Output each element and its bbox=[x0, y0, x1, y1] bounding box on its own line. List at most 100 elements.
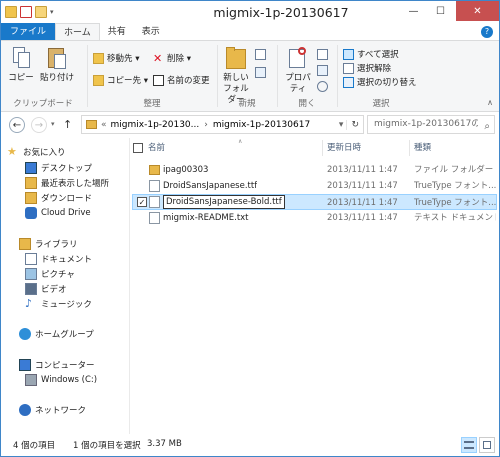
nav-desktop[interactable]: デスクトップ bbox=[25, 160, 92, 175]
edit-button[interactable] bbox=[317, 63, 328, 77]
select-all-icon bbox=[343, 48, 354, 60]
breadcrumb-parent[interactable]: migmix-1p-20130... bbox=[111, 120, 200, 130]
pictures-icon bbox=[25, 267, 37, 280]
nav-videos[interactable]: ビデオ bbox=[25, 281, 67, 296]
file-date: 2013/11/11 1:47 bbox=[327, 165, 398, 175]
new-folder-icon[interactable] bbox=[35, 6, 47, 18]
nav-recent[interactable]: 最近表示した場所 bbox=[25, 175, 109, 190]
nav-documents[interactable]: ドキュメント bbox=[25, 251, 92, 266]
column-header-type[interactable]: 種類 bbox=[414, 140, 431, 156]
file-row-selected[interactable]: ✓ DroidSansJapanese-Bold.ttf 2013/11/11 … bbox=[132, 194, 497, 210]
file-row[interactable]: ipag00303 2013/11/11 1:47 ファイル フォルダー bbox=[132, 162, 497, 178]
properties-button[interactable]: プロパティ bbox=[281, 45, 315, 95]
collapse-ribbon-icon[interactable]: ∧ bbox=[487, 98, 493, 107]
rename-input[interactable]: DroidSansJapanese-Bold.ttf bbox=[163, 195, 285, 209]
recent-locations-icon[interactable]: ▾ bbox=[51, 120, 55, 128]
nav-homegroup[interactable]: ホームグループ bbox=[19, 326, 94, 341]
new-item-icon bbox=[255, 48, 266, 60]
up-button[interactable]: ↑ bbox=[63, 118, 72, 131]
search-icon: ⌕ bbox=[484, 121, 490, 132]
nav-label: ホームグループ bbox=[35, 329, 94, 340]
refresh-icon[interactable]: ↻ bbox=[346, 119, 363, 130]
file-list: 名前 ∧ 更新日時 種類 ipag00303 2013/11/11 1:47 フ… bbox=[130, 138, 499, 434]
tab-view[interactable]: 表示 bbox=[134, 23, 168, 41]
nav-libraries[interactable]: ライブラリ bbox=[19, 236, 78, 251]
invert-selection-button[interactable]: 選択の切り替え bbox=[343, 75, 417, 89]
nav-favorites[interactable]: ★ お気に入り bbox=[7, 144, 66, 159]
divider bbox=[217, 45, 218, 107]
minimize-button[interactable]: — bbox=[401, 1, 426, 21]
tab-share[interactable]: 共有 bbox=[100, 23, 134, 41]
copy-button[interactable]: コピー bbox=[5, 45, 37, 84]
forward-button[interactable]: → bbox=[31, 117, 47, 133]
file-date: 2013/11/11 1:47 bbox=[327, 213, 398, 223]
nav-label: 最近表示した場所 bbox=[41, 178, 110, 189]
downloads-icon bbox=[25, 191, 37, 204]
delete-button[interactable]: ✕ 削除 ▾ bbox=[153, 51, 191, 65]
nav-network[interactable]: ネットワーク bbox=[19, 402, 86, 417]
nav-downloads[interactable]: ダウンロード bbox=[25, 190, 92, 205]
close-button[interactable]: ✕ bbox=[456, 1, 499, 21]
font-file-icon bbox=[149, 180, 160, 192]
row-checkbox[interactable]: ✓ bbox=[137, 197, 147, 207]
breadcrumb-current[interactable]: migmix-1p-20130617 bbox=[213, 120, 310, 130]
file-row[interactable]: migmix-README.txt 2013/11/11 1:47 テキスト ド… bbox=[132, 210, 497, 226]
nav-pictures[interactable]: ピクチャ bbox=[25, 266, 75, 281]
overflow-chevron-icon[interactable]: « bbox=[101, 120, 107, 130]
tab-file[interactable]: ファイル bbox=[1, 23, 56, 41]
column-divider[interactable] bbox=[409, 140, 410, 156]
nav-label: Cloud Drive bbox=[41, 207, 91, 218]
computer-icon bbox=[19, 358, 31, 371]
column-header-date[interactable]: 更新日時 bbox=[327, 140, 361, 156]
file-type: TrueType フォント... bbox=[414, 198, 496, 208]
edit-icon bbox=[317, 64, 328, 76]
open-button[interactable] bbox=[317, 47, 328, 61]
folder-icon bbox=[149, 165, 160, 175]
group-label: 新規 bbox=[238, 99, 256, 109]
large-icons-view-button[interactable] bbox=[479, 437, 495, 453]
file-name: migmix-README.txt bbox=[163, 213, 249, 223]
nav-label: ドキュメント bbox=[41, 254, 93, 265]
file-row[interactable]: DroidSansJapanese.ttf 2013/11/11 1:47 Tr… bbox=[132, 178, 497, 194]
new-folder-icon bbox=[224, 45, 248, 71]
easy-access-button[interactable] bbox=[255, 65, 266, 79]
file-date: 2013/11/11 1:47 bbox=[327, 198, 398, 208]
title-bar: ▾ migmix-1p-20130617 — ☐ ✕ bbox=[1, 1, 499, 23]
selected-size: 3.37 MB bbox=[147, 439, 182, 449]
select-all-checkbox[interactable] bbox=[133, 143, 143, 153]
paste-button[interactable]: 貼り付け bbox=[39, 45, 75, 84]
breadcrumb-separator-icon[interactable]: › bbox=[204, 120, 208, 130]
nav-music[interactable]: ♪ ミュージック bbox=[25, 296, 92, 311]
nav-windows-c[interactable]: Windows (C:) bbox=[25, 372, 97, 387]
rename-button[interactable]: 名前の変更 bbox=[153, 73, 210, 87]
column-divider[interactable] bbox=[322, 140, 323, 156]
nav-computer[interactable]: コンピューター bbox=[19, 357, 95, 372]
nav-cloud-drive[interactable]: Cloud Drive bbox=[25, 205, 91, 220]
select-none-button[interactable]: 選択解除 bbox=[343, 61, 391, 75]
tab-home[interactable]: ホーム bbox=[55, 23, 100, 41]
history-button[interactable] bbox=[317, 79, 328, 93]
select-all-button[interactable]: すべて選択 bbox=[343, 47, 399, 61]
status-bar: 4 個の項目 1 個の項目を選択 3.37 MB bbox=[1, 434, 499, 456]
new-item-button[interactable] bbox=[255, 47, 266, 61]
move-to-label: 移動先 ▾ bbox=[107, 54, 140, 64]
address-bar[interactable]: « migmix-1p-20130... › migmix-1p-2013061… bbox=[81, 115, 364, 134]
select-none-icon bbox=[343, 62, 354, 74]
properties-icon[interactable] bbox=[20, 6, 32, 18]
details-view-button[interactable] bbox=[461, 437, 477, 453]
address-bar-row: ← → ▾ ↑ « migmix-1p-20130... › migmix-1p… bbox=[1, 112, 499, 137]
star-icon: ★ bbox=[7, 144, 17, 158]
column-header-name[interactable]: 名前 bbox=[148, 140, 165, 156]
search-input[interactable]: migmix-1p-20130617の検索 ⌕ bbox=[367, 115, 495, 134]
details-view-icon bbox=[464, 441, 474, 449]
back-button[interactable]: ← bbox=[9, 117, 25, 133]
copy-to-button[interactable]: コピー先 ▾ bbox=[93, 73, 148, 87]
nav-label: Windows (C:) bbox=[41, 374, 98, 385]
help-icon[interactable]: ? bbox=[481, 26, 493, 38]
maximize-button[interactable]: ☐ bbox=[428, 1, 453, 21]
file-name: ipag00303 bbox=[163, 165, 209, 175]
move-to-button[interactable]: 移動先 ▾ bbox=[93, 51, 139, 65]
nav-label: ビデオ bbox=[41, 284, 67, 295]
chevron-down-icon[interactable]: ▾ bbox=[50, 8, 54, 16]
address-dropdown-icon[interactable]: ▾ bbox=[336, 120, 347, 130]
